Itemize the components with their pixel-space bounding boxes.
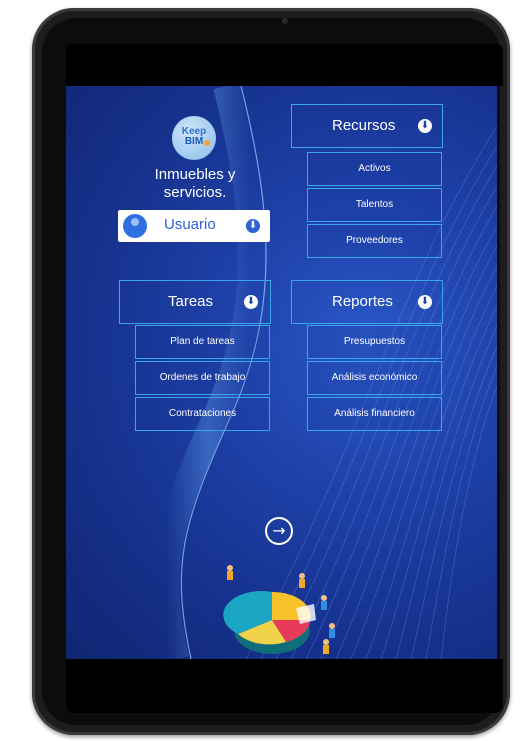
camera-icon	[282, 18, 288, 24]
app-title: Inmuebles y servicios.	[132, 166, 258, 202]
chevron-down-icon: ⬇	[418, 119, 432, 133]
menu-tareas-label: Tareas	[168, 293, 214, 310]
person-icon	[323, 639, 329, 654]
chevron-down-icon: ⬇	[244, 295, 258, 309]
menu-item-proveedores[interactable]: Proveedores	[307, 224, 442, 258]
menu-item-talentos[interactable]: Talentos	[307, 188, 442, 222]
menu-item-ordenes-de-trabajo[interactable]: Ordenes de trabajo	[135, 361, 270, 395]
menu-item-plan-de-tareas[interactable]: Plan de tareas	[135, 325, 270, 359]
bottom-bar	[66, 659, 503, 713]
app-screen: Keep BIM Inmuebles y servicios. Usuario …	[66, 86, 497, 659]
menu-item-analisis-financiero[interactable]: Análisis financiero	[307, 397, 442, 431]
menu-recursos-label: Recursos	[332, 117, 396, 134]
person-icon	[227, 565, 233, 580]
menu-reportes-label: Reportes	[332, 293, 393, 310]
menu-item-contrataciones[interactable]: Contrataciones	[135, 397, 270, 431]
menu-item-analisis-economico[interactable]: Análisis económico	[307, 361, 442, 395]
person-icon	[299, 573, 305, 588]
app-logo: Keep BIM	[172, 116, 216, 160]
top-status-bar	[66, 44, 503, 86]
menu-item-activos[interactable]: Activos	[307, 152, 442, 186]
chevron-down-icon: ⬇	[246, 219, 260, 233]
person-icon	[329, 623, 335, 638]
pie-chart-illustration	[223, 565, 335, 654]
menu-recursos[interactable]: Recursos ⬇	[291, 104, 443, 148]
arrow-right-icon[interactable]: →	[265, 517, 293, 545]
logo-dot	[204, 140, 210, 146]
chevron-down-icon: ⬇	[418, 295, 432, 309]
menu-item-presupuestos[interactable]: Presupuestos	[307, 325, 442, 359]
person-icon	[321, 595, 327, 610]
avatar	[123, 214, 147, 238]
user-dropdown[interactable]: Usuario ⬇	[118, 210, 270, 242]
menu-tareas[interactable]: Tareas ⬇	[119, 280, 271, 324]
menu-reportes[interactable]: Reportes ⬇	[291, 280, 443, 324]
app-title-line-1: Inmuebles y	[154, 166, 236, 183]
app-title-line-2: servicios.	[163, 184, 227, 201]
user-label: Usuario	[164, 216, 216, 233]
